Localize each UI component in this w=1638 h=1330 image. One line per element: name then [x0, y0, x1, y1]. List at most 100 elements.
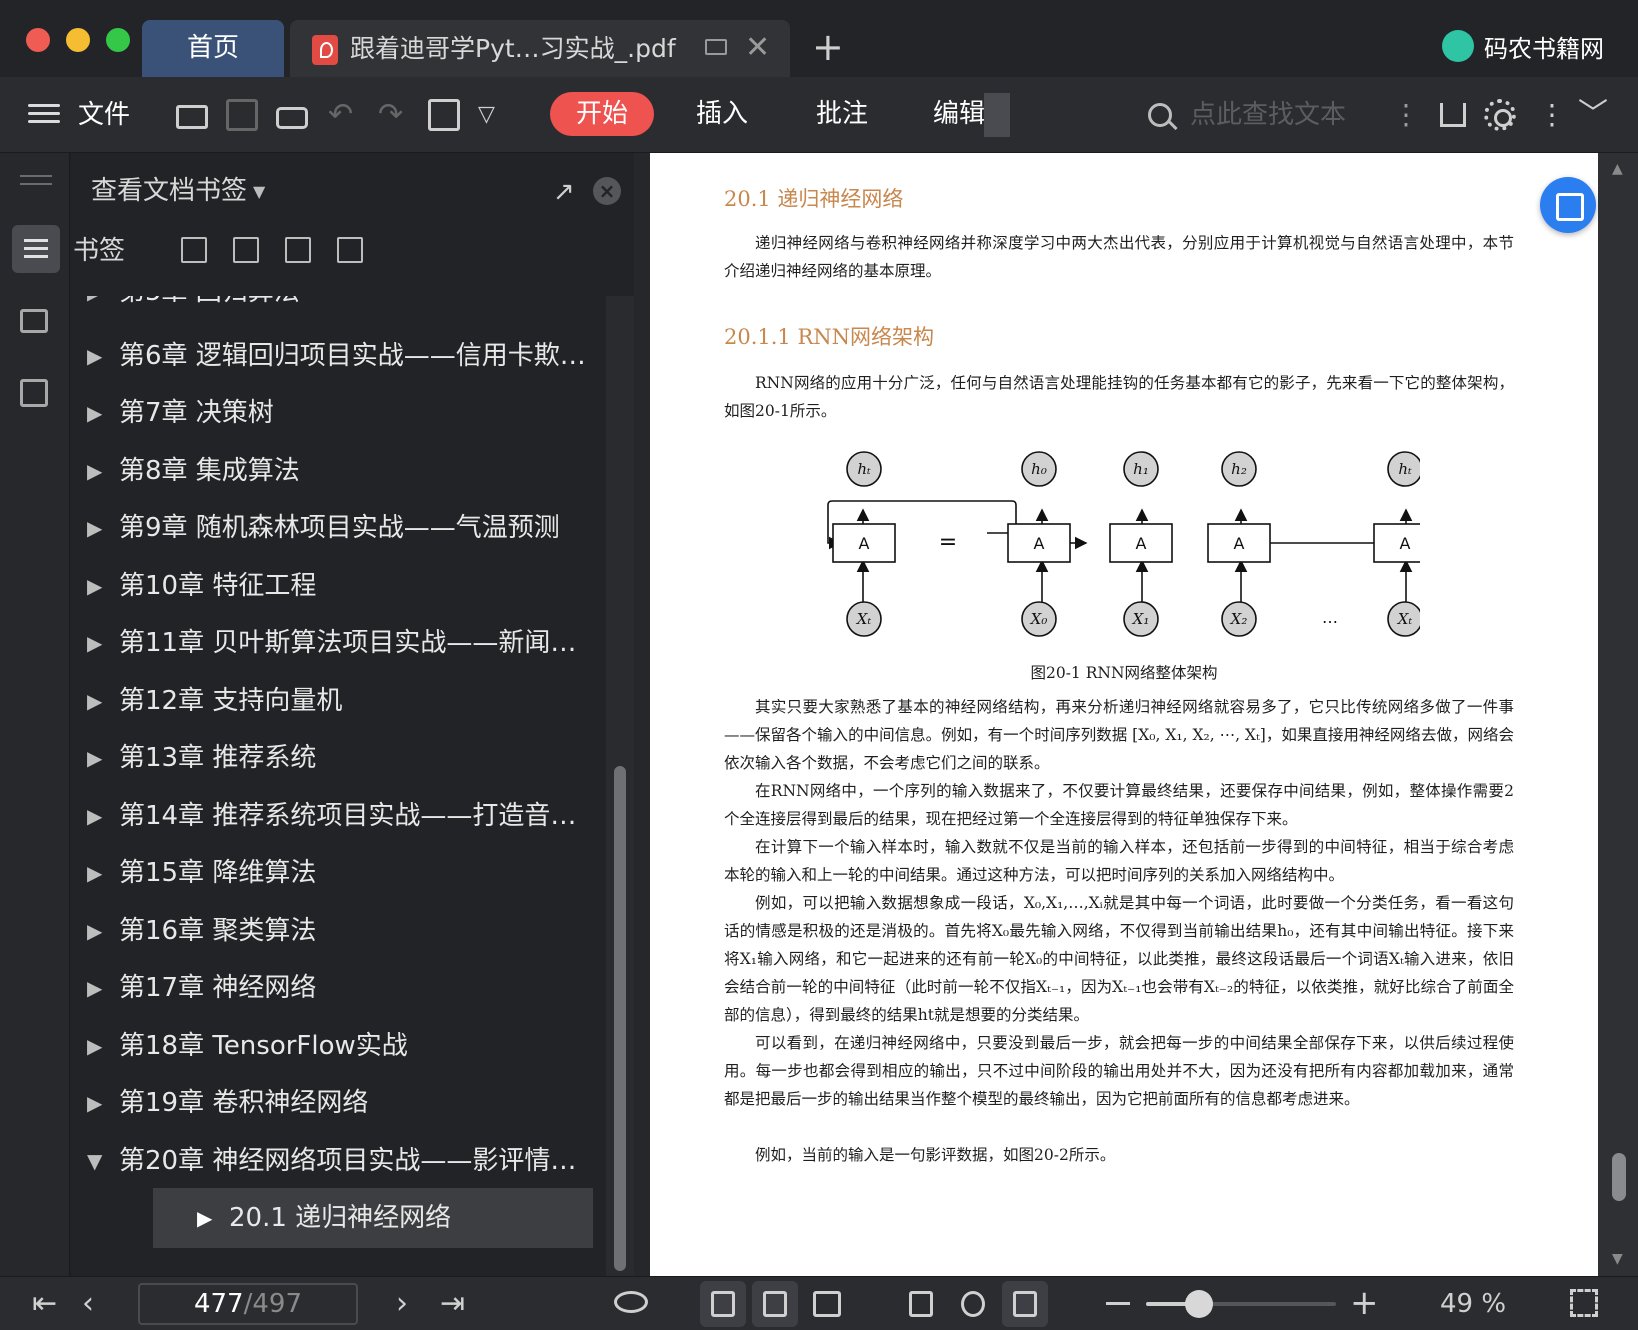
tab-edit[interactable]: 编辑 [932, 92, 986, 136]
drag-handle-icon[interactable] [20, 175, 52, 177]
single-page-button[interactable] [752, 1281, 798, 1327]
expand-arrow-icon[interactable]: ▶ [87, 459, 102, 483]
fit-page-button[interactable] [950, 1281, 996, 1327]
gear-icon[interactable] [1484, 99, 1516, 131]
two-page-button[interactable] [804, 1281, 850, 1327]
add-bookmark-icon[interactable] [285, 237, 311, 263]
tab-document[interactable]: 跟着迪哥学Pyt…习实战_.pdf ✕ [290, 20, 790, 77]
bookmark-item[interactable]: ▶ 第9章 随机森林项目实战——气温预测 [71, 498, 606, 558]
expand-arrow-icon[interactable]: ▶ [87, 861, 102, 885]
zoom-slider[interactable] [1146, 1290, 1336, 1318]
expand-arrow-icon[interactable]: ▶ [87, 976, 102, 1000]
expand-arrow-icon[interactable]: ▶ [87, 746, 102, 770]
continuous-scroll-button[interactable] [700, 1281, 746, 1327]
previous-page-icon[interactable]: ‹ [82, 1285, 94, 1323]
bookmark-comment-icon[interactable] [337, 237, 363, 263]
bookmark-item[interactable]: ▶ 第11章 贝叶斯算法项目实战——新闻… [71, 613, 606, 673]
expand-arrow-icon[interactable]: ▶ [87, 1091, 102, 1115]
search-input[interactable]: 点此查找文本 [1190, 95, 1346, 135]
tab-insert[interactable]: 插入 [690, 92, 754, 136]
search-icon[interactable] [1148, 103, 1172, 127]
bookmark-item[interactable]: ▶ 第12章 支持向量机 [71, 671, 606, 731]
expand-arrow-icon[interactable]: ▶ [197, 1206, 212, 1230]
bookmark-item[interactable]: ▶ 第6章 逻辑回归项目实战——信用卡欺… [71, 326, 606, 386]
bookmark-item[interactable]: ▶ 第14章 推荐系统项目实战——打造音… [71, 786, 606, 846]
bookmark-item[interactable]: ▶ 第5章 回归算法 [71, 296, 606, 322]
document-scrollbar-thumb[interactable] [1612, 1153, 1626, 1201]
monitor-icon[interactable] [705, 39, 727, 55]
bookmark-item[interactable]: ▶ 第8章 集成算法 [71, 441, 606, 501]
share-icon[interactable] [1440, 103, 1466, 127]
page-number-field[interactable]: 477/497 [138, 1283, 358, 1325]
thumbnails-icon[interactable] [20, 309, 48, 333]
close-tab-icon[interactable]: ✕ [745, 30, 770, 66]
minimize-window-button[interactable] [66, 28, 90, 52]
bookmark-subitem-selected[interactable]: ▶ 20.1 递归神经网络 [153, 1188, 593, 1248]
bookmark-item[interactable]: ▶ 第7章 决策树 [71, 383, 606, 443]
expand-arrow-icon[interactable]: ▶ [87, 344, 102, 368]
expand-arrow-icon[interactable]: ▶ [87, 804, 102, 828]
collapse-arrow-icon[interactable]: ▼ [87, 1149, 102, 1173]
last-page-icon[interactable]: ⇥ [440, 1285, 465, 1323]
close-panel-icon[interactable]: × [593, 177, 621, 205]
scroll-down-icon[interactable]: ▼ [1612, 1251, 1623, 1267]
panel-scrollbar-thumb[interactable] [614, 766, 626, 1271]
collapse-all-icon[interactable] [233, 237, 259, 263]
menu-icon[interactable] [28, 99, 60, 131]
zoom-in-icon[interactable]: + [1350, 1283, 1379, 1323]
bookmark-item[interactable]: ▼ 第20章 神经网络项目实战——影评情… [71, 1131, 606, 1191]
expand-arrow-icon[interactable]: ▶ [87, 631, 102, 655]
tab-annotate[interactable]: 批注 [810, 92, 874, 136]
more-options-icon[interactable]: ⋮ [1538, 97, 1566, 133]
expand-arrow-icon[interactable]: ▶ [87, 689, 102, 713]
floating-convert-button[interactable] [1540, 177, 1596, 233]
panel-title-dropdown[interactable]: 查看文档书签 ▼ [91, 171, 265, 212]
fit-width-button[interactable] [1002, 1281, 1048, 1327]
fullscreen-icon[interactable] [1570, 1289, 1598, 1317]
tab-home[interactable]: 首页 [142, 20, 284, 77]
bookmark-item[interactable]: ▶ 第17章 神经网络 [71, 958, 606, 1018]
undo-icon[interactable]: ↶ [328, 99, 360, 131]
scroll-up-icon[interactable]: ▲ [1612, 161, 1623, 177]
expand-arrow-icon[interactable]: ▶ [87, 401, 102, 425]
popout-icon[interactable]: ↗ [553, 177, 575, 207]
maximize-window-button[interactable] [106, 28, 130, 52]
eye-icon[interactable] [614, 1291, 648, 1313]
bookmarks-view-icon[interactable] [12, 225, 60, 273]
actual-size-button[interactable] [898, 1281, 944, 1327]
expand-arrow-icon[interactable]: ▶ [87, 574, 102, 598]
new-tab-button[interactable]: + [812, 22, 844, 72]
bookmark-item[interactable]: ▶ 第18章 TensorFlow实战 [71, 1016, 606, 1076]
first-page-icon[interactable]: ⇤ [32, 1285, 57, 1323]
export-panel-icon[interactable] [20, 379, 48, 407]
zoom-value[interactable]: 49 % [1440, 1285, 1506, 1323]
expand-arrow-icon[interactable]: ▶ [87, 296, 102, 304]
export-icon[interactable] [428, 99, 460, 131]
open-folder-icon[interactable] [176, 105, 208, 129]
brand[interactable]: 码农书籍网 [1442, 28, 1604, 64]
redo-icon[interactable]: ↷ [378, 99, 410, 131]
expand-arrow-icon[interactable]: ▶ [87, 516, 102, 540]
bookmark-item[interactable]: ▶ 第15章 降维算法 [71, 843, 606, 903]
expand-arrow-icon[interactable]: ▶ [87, 919, 102, 943]
bookmark-item[interactable]: ▶ 第13章 推荐系统 [71, 728, 606, 788]
panel-scrollbar[interactable] [606, 296, 634, 1276]
tab-start[interactable]: 开始 [550, 92, 654, 136]
save-icon[interactable] [226, 99, 258, 131]
panel-splitter[interactable] [634, 153, 650, 1276]
expand-arrow-icon[interactable]: ▶ [87, 1034, 102, 1058]
collapse-chevron-icon[interactable]: ﹀ [1578, 97, 1608, 133]
zoom-out-icon[interactable] [1106, 1302, 1130, 1305]
chevron-down-icon[interactable]: ▽ [478, 99, 510, 131]
bookmark-item[interactable]: ▶ 第16章 聚类算法 [71, 901, 606, 961]
file-menu[interactable]: 文件 [78, 95, 130, 135]
document-scrollbar[interactable]: ▲ ▼ [1598, 153, 1638, 1276]
close-window-button[interactable] [26, 28, 50, 52]
bookmark-label-text: 第5章 回归算法 [119, 296, 300, 314]
bookmark-item[interactable]: ▶ 第19章 卷积神经网络 [71, 1073, 606, 1133]
zoom-slider-knob[interactable] [1185, 1290, 1214, 1318]
expand-all-icon[interactable] [181, 237, 207, 263]
next-page-icon[interactable]: › [396, 1285, 408, 1323]
print-icon[interactable] [276, 107, 308, 129]
bookmark-item[interactable]: ▶ 第10章 特征工程 [71, 556, 606, 616]
